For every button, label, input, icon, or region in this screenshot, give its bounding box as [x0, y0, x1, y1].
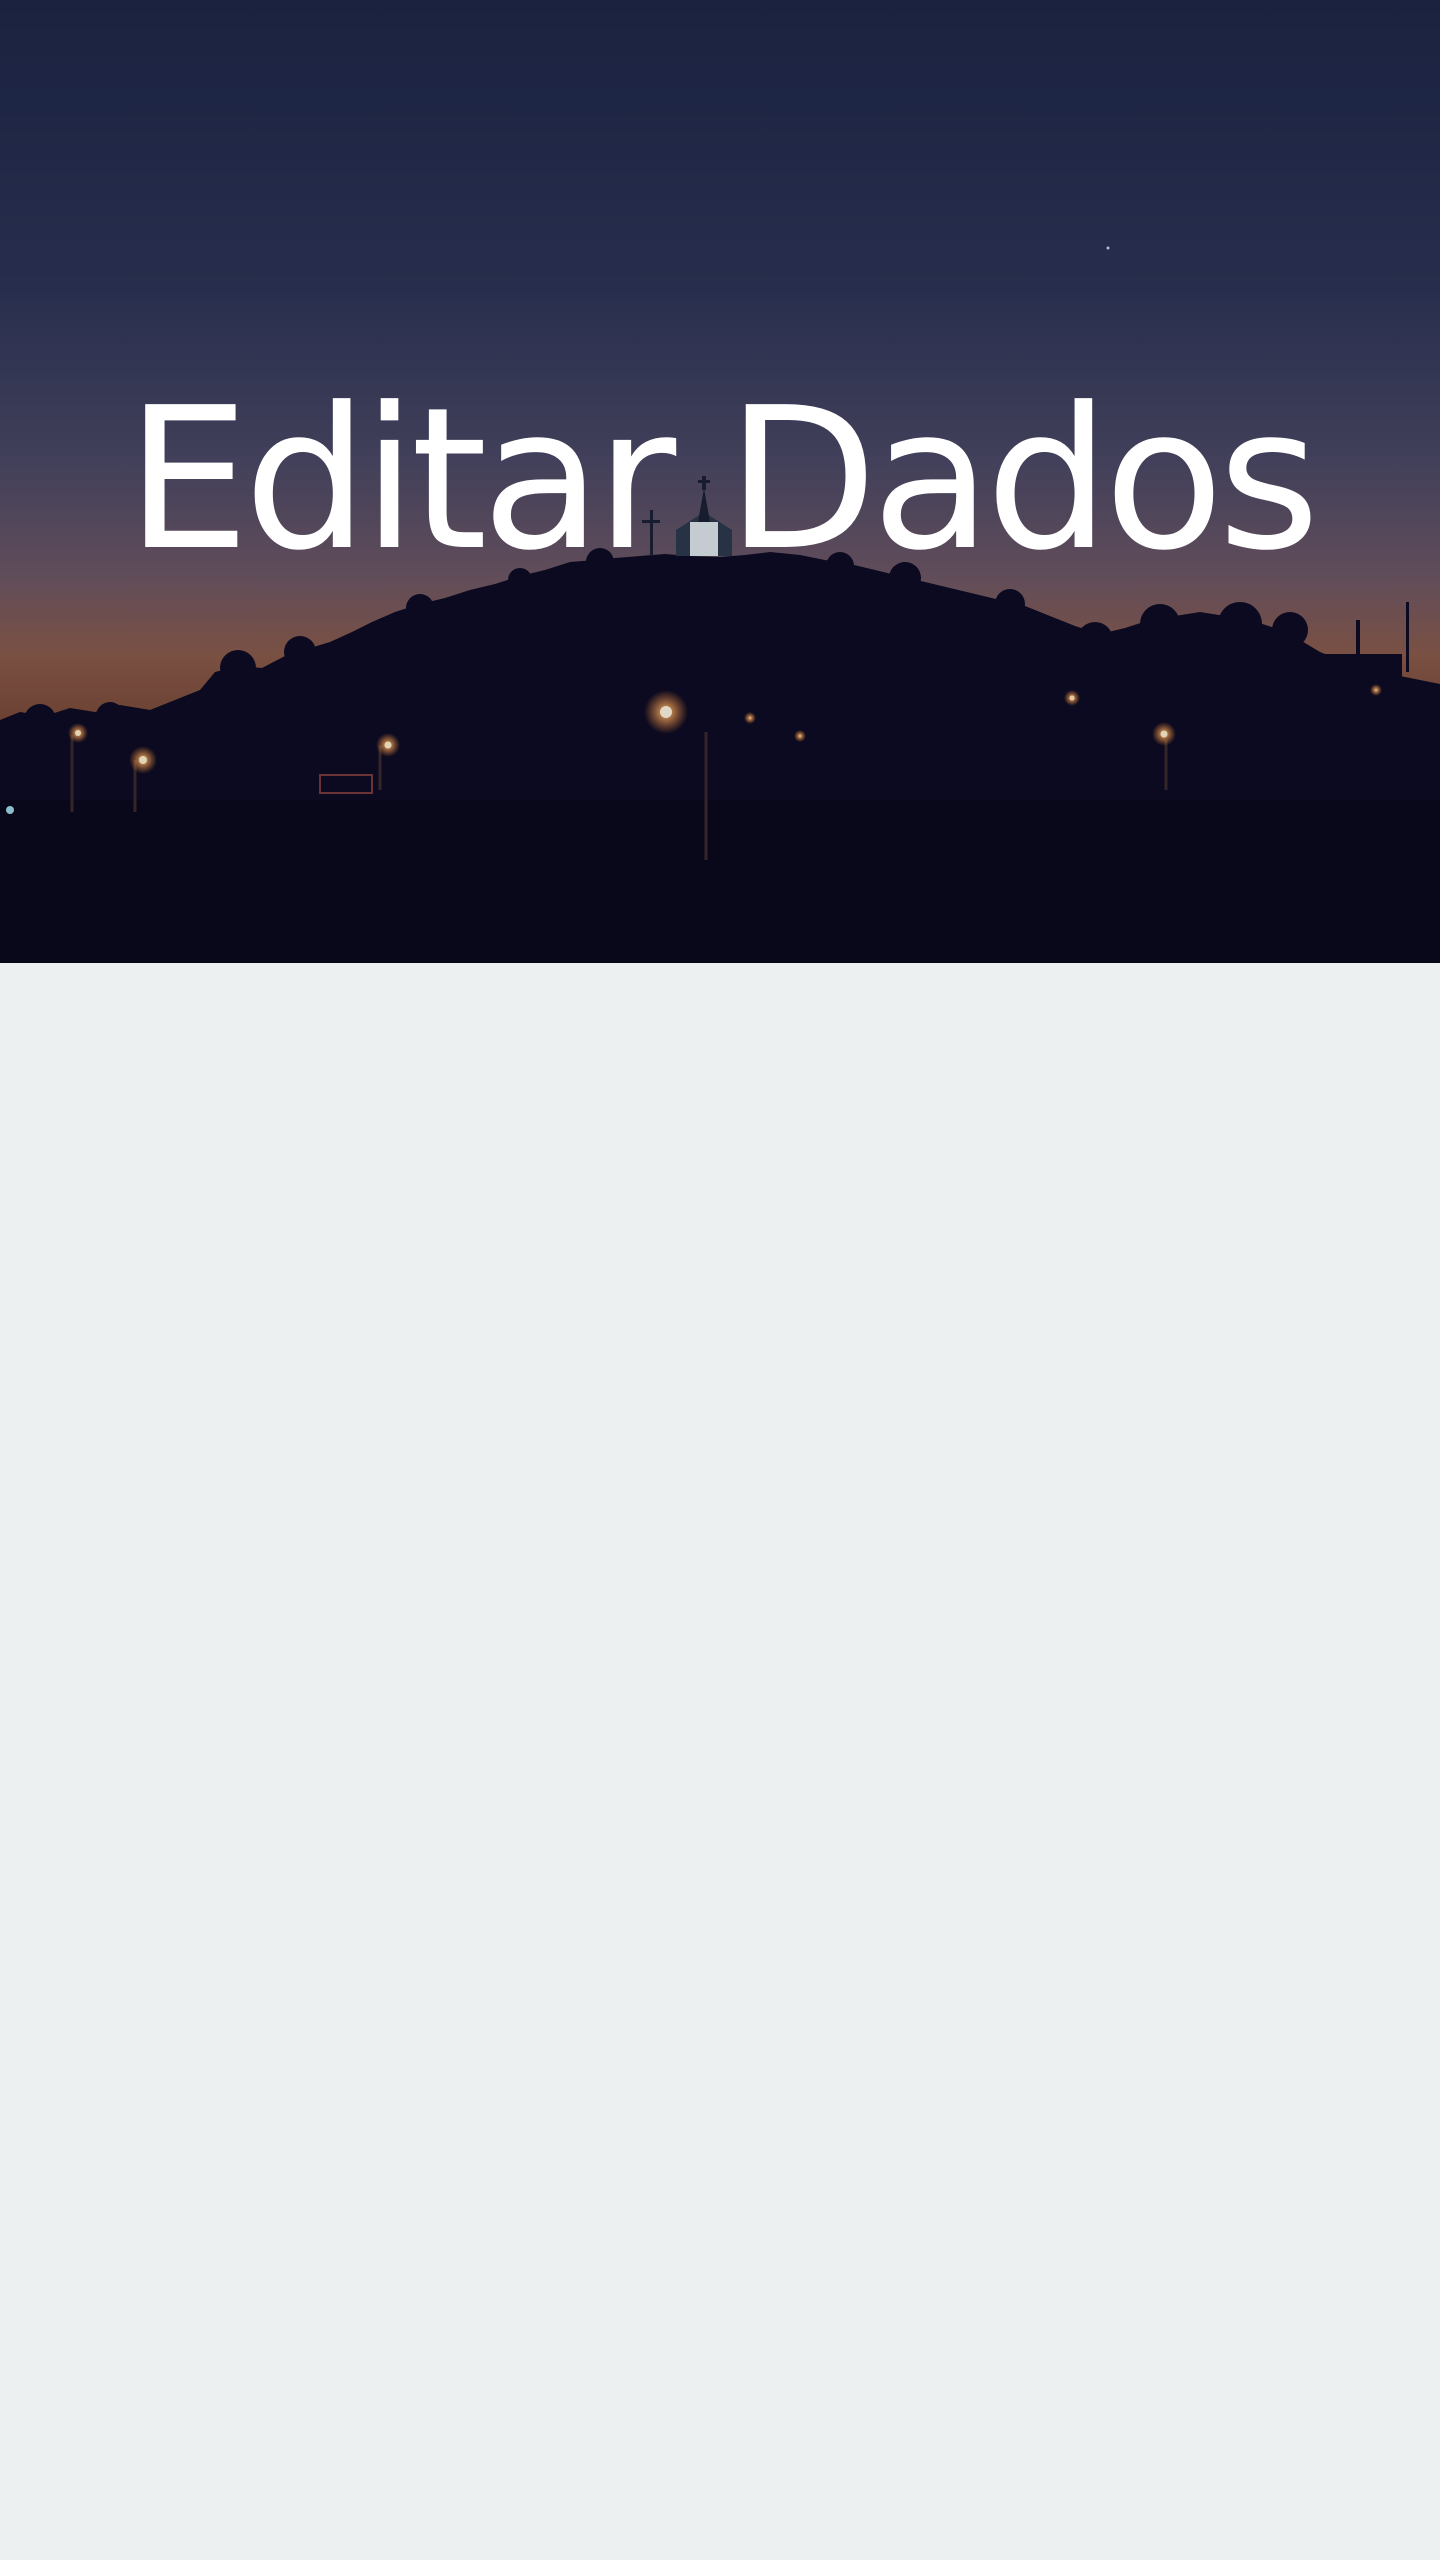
page-header-hero: Editar Dados	[0, 0, 1440, 963]
page-content-area	[0, 963, 1440, 2560]
page-title: Editar Dados	[125, 366, 1320, 594]
